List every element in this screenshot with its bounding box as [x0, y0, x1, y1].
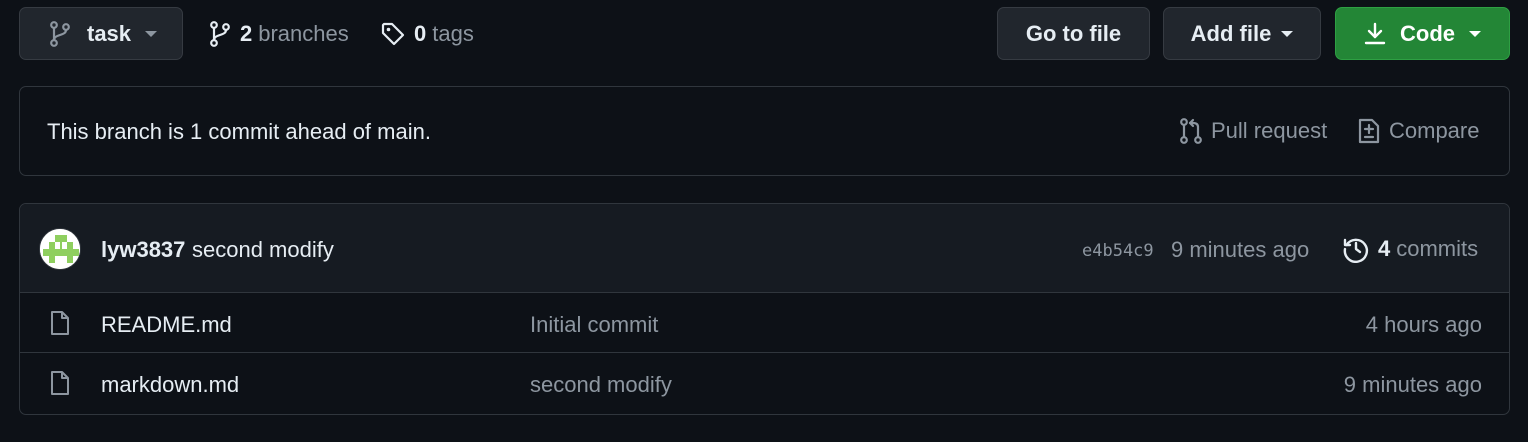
add-file-label: Add file [1190, 20, 1272, 46]
chevron-down-icon [145, 30, 158, 38]
avatar[interactable] [39, 228, 81, 270]
file-name[interactable]: README.md [101, 312, 232, 338]
branch-status-text: This branch is 1 commit ahead of main. [47, 119, 431, 144]
branch-select-button[interactable]: task [19, 7, 183, 60]
download-icon [1364, 22, 1386, 46]
pull-request-label: Pull request [1211, 118, 1328, 143]
file-age: 9 minutes ago [1343, 372, 1482, 397]
file-age: 4 hours ago [1365, 312, 1482, 337]
commit-sha[interactable]: e4b54c9 [1082, 241, 1154, 261]
commits-history-link[interactable]: 4 commits [1342, 235, 1478, 263]
commits-count: 4 [1378, 236, 1391, 261]
pull-request-icon [1179, 118, 1203, 144]
code-button[interactable]: Code [1335, 7, 1510, 60]
chevron-down-icon [1281, 30, 1294, 38]
branches-link[interactable]: 2 branches [209, 18, 349, 50]
pull-request-link[interactable]: Pull request [1179, 118, 1327, 144]
file-icon [50, 310, 70, 336]
branches-label: branches [258, 21, 349, 46]
latest-commit-bar: lyw3837 second modify e4b54c9 9 minutes … [20, 204, 1509, 293]
branch-name: task [87, 20, 132, 46]
chevron-down-icon [1469, 30, 1481, 38]
tags-count: 0 [414, 21, 427, 46]
code-label: Code [1400, 20, 1455, 46]
compare-label: Compare [1389, 118, 1480, 143]
commit-message[interactable]: second modify [192, 237, 334, 263]
add-file-button[interactable]: Add file [1163, 7, 1321, 60]
tags-link[interactable]: 0 tags [381, 18, 474, 50]
commits-label: commits [1396, 236, 1479, 261]
git-branch-icon [209, 21, 231, 47]
branch-status-banner: This branch is 1 commit ahead of main. P… [19, 86, 1510, 176]
commit-time: 9 minutes ago [1171, 237, 1310, 262]
file-row[interactable]: README.md Initial commit 4 hours ago [20, 293, 1509, 353]
file-diff-icon [1357, 118, 1381, 144]
branches-count: 2 [240, 21, 253, 46]
compare-link[interactable]: Compare [1357, 118, 1479, 144]
tags-label: tags [432, 21, 474, 46]
git-branch-icon [49, 20, 71, 47]
file-commit-message[interactable]: Initial commit [530, 312, 658, 338]
file-icon [50, 370, 70, 396]
file-name[interactable]: markdown.md [101, 372, 239, 398]
file-browser: lyw3837 second modify e4b54c9 9 minutes … [19, 203, 1510, 415]
history-icon [1342, 235, 1370, 263]
tag-icon [381, 22, 405, 46]
file-commit-message[interactable]: second modify [530, 372, 672, 398]
commit-author[interactable]: lyw3837 [101, 237, 185, 263]
go-to-file-button[interactable]: Go to file [997, 7, 1150, 60]
file-row[interactable]: markdown.md second modify 9 minutes ago [20, 353, 1509, 413]
